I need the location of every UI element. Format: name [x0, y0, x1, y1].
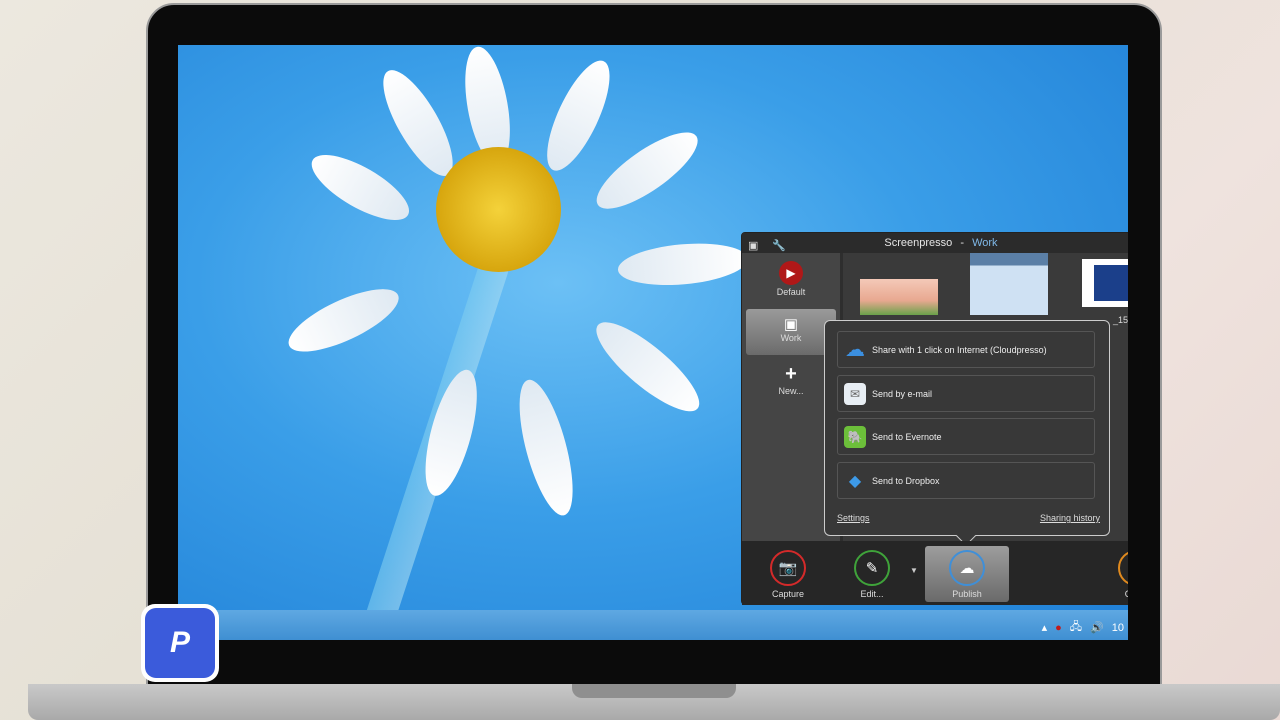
network-icon[interactable]: 🖧	[1070, 618, 1082, 637]
bottom-toolbar: 📷Capture ✎Edit... ▼ ☁Publish ✕C	[742, 541, 1128, 605]
sidebar-item-new[interactable]: + New...	[746, 363, 836, 409]
app-logo: P	[141, 604, 219, 682]
laptop-notch	[572, 684, 736, 698]
edit-dropdown-arrow-icon[interactable]: ▼	[910, 566, 918, 575]
evernote-icon: 🐘	[844, 425, 866, 448]
thumbnail[interactable]	[1082, 259, 1128, 307]
sidebar-item-label: Default	[776, 287, 806, 297]
screenpresso-window: ▣ 🔧 Screenpresso - Work ▶ Default ▣ Work…	[741, 232, 1128, 605]
menu-item-label: Send to Evernote	[872, 431, 942, 442]
capture-label: Capture	[771, 589, 805, 599]
title-separator: -	[960, 237, 965, 249]
capture-button[interactable]: 📷 Capture	[746, 546, 830, 602]
partial-label: C	[1125, 589, 1128, 599]
app-title: Screenpresso	[884, 237, 953, 249]
cloud-upload-icon: ☁	[949, 550, 985, 586]
thumbnail-label: _15	[1113, 315, 1128, 325]
menu-item-label: Send to Dropbox	[872, 475, 940, 486]
cloud-icon: ☁	[845, 339, 865, 361]
sharing-history-link[interactable]: Sharing history	[1040, 513, 1100, 523]
sidebar-item-label: New...	[778, 386, 804, 396]
thumbnail-strip: _15	[846, 253, 1128, 325]
pencil-ruler-icon: ✎	[854, 550, 890, 586]
title-bar: ▣ 🔧 Screenpresso - Work	[742, 233, 1128, 253]
partial-button[interactable]: ✕C	[1092, 546, 1128, 602]
send-evernote-item[interactable]: 🐘 Send to Evernote	[837, 418, 1095, 455]
sidebar-item-work[interactable]: ▣ Work	[746, 309, 836, 355]
send-dropbox-item[interactable]: ◆ Send to Dropbox	[837, 462, 1095, 499]
tray-expand-icon[interactable]: ▴	[1042, 621, 1048, 634]
sidebar-item-default[interactable]: ▶ Default	[746, 261, 836, 307]
plus-icon: +	[785, 363, 797, 385]
drawer-icon: ▣	[783, 316, 799, 333]
taskbar: ▴ ● 🖧 🔊 10	[178, 610, 1128, 640]
clock[interactable]: 10	[1112, 622, 1124, 634]
send-email-item[interactable]: ✉ Send by e-mail	[837, 375, 1095, 412]
close-icon: ✕	[1118, 550, 1128, 586]
dropbox-icon: ◆	[848, 472, 862, 490]
system-tray: ▴ ● 🖧 🔊 10	[1042, 618, 1124, 637]
publish-label: Publish	[952, 589, 982, 599]
thumbnail[interactable]	[860, 279, 938, 315]
publish-button[interactable]: ☁ Publish	[925, 546, 1009, 602]
camera-icon: 📷	[770, 550, 806, 586]
share-cloudpresso-item[interactable]: ☁ Share with 1 click on Internet (Cloudpr…	[837, 331, 1095, 368]
edit-button[interactable]: ✎ Edit...	[830, 546, 914, 602]
edit-label: Edit...	[860, 589, 884, 599]
envelope-icon: ✉	[844, 382, 866, 405]
desktop-screen: ▣ 🔧 Screenpresso - Work ▶ Default ▣ Work…	[178, 45, 1128, 640]
menu-item-label: Share with 1 click on Internet (Cloudpre…	[872, 344, 1047, 355]
screenpresso-tray-icon[interactable]: ●	[1055, 622, 1062, 634]
screenpresso-logo-icon: ▶	[779, 261, 803, 285]
publish-menu: ☁ Share with 1 click on Internet (Cloudpr…	[824, 320, 1110, 546]
volume-icon[interactable]: 🔊	[1090, 621, 1104, 634]
sidebar-item-label: Work	[780, 333, 802, 343]
settings-link[interactable]: Settings	[837, 513, 870, 523]
thumbnail[interactable]	[970, 253, 1048, 315]
menu-item-label: Send by e-mail	[872, 388, 933, 399]
workspace-title: Work	[972, 237, 998, 249]
